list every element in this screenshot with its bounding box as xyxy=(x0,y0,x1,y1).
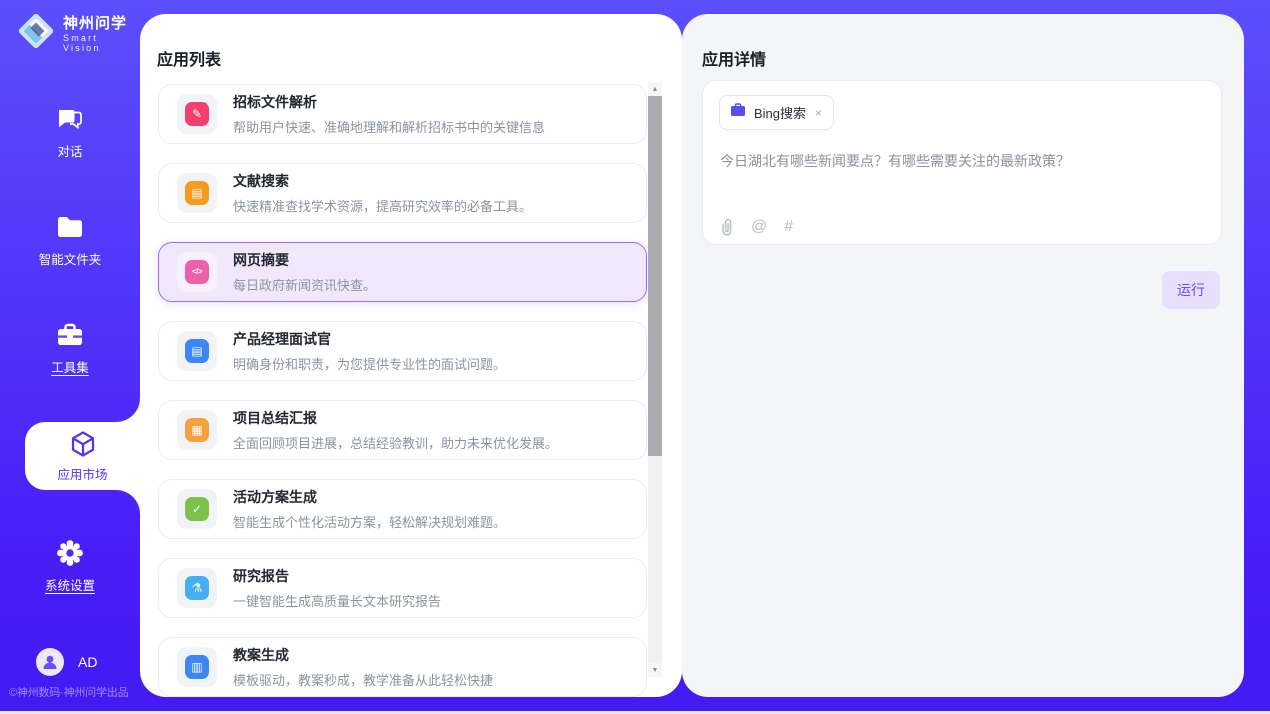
run-button[interactable]: 运行 xyxy=(1162,271,1220,309)
query-input[interactable]: 今日湖北有哪些新闻要点？有哪些需要关注的最新政策？ xyxy=(720,151,1200,171)
app-card-desc: 全面回顾项目进展，总结经验教训，助力未来优化发展。 xyxy=(233,433,558,452)
user-initials: AD xyxy=(78,654,97,670)
cube-icon xyxy=(68,429,98,459)
tag-close-icon[interactable]: × xyxy=(814,106,823,120)
app-card-web-summary[interactable]: </> 网页摘要 每日政府新闻资讯快查。 xyxy=(158,242,647,302)
app-list-title: 应用列表 xyxy=(157,46,221,70)
sidebar-item-label: 工具集 xyxy=(51,357,89,376)
books-icon: ▥ xyxy=(185,655,209,679)
prompt-card[interactable]: Bing搜索 × 今日湖北有哪些新闻要点？有哪些需要关注的最新政策？ @ # xyxy=(702,80,1222,245)
diamond-logo-icon xyxy=(16,11,56,56)
sidebar-item-system-settings[interactable]: 系统设置 xyxy=(0,538,140,594)
app-card-title: 文献搜索 xyxy=(233,171,532,191)
book-icon: ▤ xyxy=(185,181,209,205)
app-card-event-plan-generation[interactable]: ✓ 活动方案生成 智能生成个性化活动方案，轻松解决规划难题。 xyxy=(158,479,647,539)
app-card-title: 研究报告 xyxy=(233,566,441,586)
hash-icon[interactable]: # xyxy=(784,218,793,236)
app-icon-box: ▦ xyxy=(177,410,217,450)
app-icon-box: ⚗ xyxy=(177,568,217,608)
briefcase-tag-icon xyxy=(730,103,746,122)
app-card-title: 网页摘要 xyxy=(233,250,376,270)
logo-title: 神州问学 xyxy=(63,15,140,33)
sidebar-item-app-market[interactable]: 应用市场 xyxy=(25,422,140,490)
avatar xyxy=(36,648,64,676)
sidebar-item-toolset[interactable]: 工具集 xyxy=(0,320,140,376)
app-icon-box: ▤ xyxy=(177,173,217,213)
app-icon-box: ▥ xyxy=(177,647,217,687)
app-card-research-report[interactable]: ⚗ 研究报告 一键智能生成高质量长文本研究报告 xyxy=(158,558,647,618)
app-icon-box: ✎ xyxy=(177,94,217,134)
resume-icon: ▤ xyxy=(185,339,209,363)
clipboard-check-icon: ✓ xyxy=(185,497,209,521)
sidebar-item-label: 应用市场 xyxy=(57,464,107,483)
app-card-project-summary-report[interactable]: ▦ 项目总结汇报 全面回顾项目进展，总结经验教训，助力未来优化发展。 xyxy=(158,400,647,460)
pen-icon: ✎ xyxy=(185,102,209,126)
scrollbar[interactable]: ▲ ▼ xyxy=(648,82,662,677)
tool-tag-label: Bing搜索 xyxy=(754,103,806,122)
chat-icon xyxy=(55,104,85,134)
microscope-icon: ⚗ xyxy=(185,576,209,600)
app-card-bid-document-analysis[interactable]: ✎ 招标文件解析 帮助用户快速、准确地理解和解析招标书中的关键信息 xyxy=(158,84,647,144)
app-card-title: 教案生成 xyxy=(233,645,493,665)
app-icon-box: ▤ xyxy=(177,331,217,371)
app-list-panel: 应用列表 ✎ 招标文件解析 帮助用户快速、准确地理解和解析招标书中的关键信息 ▤… xyxy=(140,14,682,697)
app-card-list: ✎ 招标文件解析 帮助用户快速、准确地理解和解析招标书中的关键信息 ▤ 文献搜索… xyxy=(158,84,647,697)
sidebar: 神州问学 Smart Vision 对话 智能文件夹 工具集 应用市场 xyxy=(0,0,140,714)
app-card-title: 项目总结汇报 xyxy=(233,408,558,428)
app-icon-box: ✓ xyxy=(177,489,217,529)
scrollbar-thumb[interactable] xyxy=(648,96,662,456)
app-card-desc: 模板驱动，教案秒成，教学准备从此轻松快捷 xyxy=(233,670,493,689)
app-card-desc: 一键智能生成高质量长文本研究报告 xyxy=(233,591,441,610)
sidebar-item-chat[interactable]: 对话 xyxy=(0,104,140,160)
app-card-title: 产品经理面试官 xyxy=(233,329,506,349)
browser-icon: </> xyxy=(185,260,209,284)
prompt-toolbar: @ # xyxy=(719,217,793,236)
app-card-title: 招标文件解析 xyxy=(233,92,545,112)
tool-tag-bing-search[interactable]: Bing搜索 × xyxy=(719,95,834,130)
app-card-desc: 智能生成个性化活动方案，轻松解决规划难题。 xyxy=(233,512,506,531)
gear-icon xyxy=(55,538,85,568)
folder-icon xyxy=(55,212,85,242)
app-card-literature-search[interactable]: ▤ 文献搜索 快速精准查找学术资源，提高研究效率的必备工具。 xyxy=(158,163,647,223)
scrollbar-down-icon[interactable]: ▼ xyxy=(648,663,662,677)
app-card-desc: 明确身份和职责，为您提供专业性的面试问题。 xyxy=(233,354,506,373)
sidebar-item-label: 智能文件夹 xyxy=(39,249,102,268)
at-icon[interactable]: @ xyxy=(751,218,767,236)
app-card-title: 活动方案生成 xyxy=(233,487,506,507)
app-card-pm-interviewer[interactable]: ▤ 产品经理面试官 明确身份和职责，为您提供专业性的面试问题。 xyxy=(158,321,647,381)
app-card-lesson-plan-generation[interactable]: ▥ 教案生成 模板驱动，教案秒成，教学准备从此轻松快捷 xyxy=(158,637,647,697)
app-card-desc: 每日政府新闻资讯快查。 xyxy=(233,275,376,294)
scrollbar-up-icon[interactable]: ▲ xyxy=(648,82,662,96)
sidebar-item-label: 系统设置 xyxy=(45,575,95,594)
user-account[interactable]: AD xyxy=(36,648,97,676)
app-logo: 神州问学 Smart Vision xyxy=(16,11,140,56)
app-icon-box: </> xyxy=(177,252,217,292)
app-detail-title: 应用详情 xyxy=(702,46,766,70)
app-detail-panel: 应用详情 Bing搜索 × 今日湖北有哪些新闻要点？有哪些需要关注的最新政策？ … xyxy=(682,14,1244,697)
logo-subtitle: Smart Vision xyxy=(63,33,140,53)
sidebar-item-smart-folders[interactable]: 智能文件夹 xyxy=(0,212,140,268)
app-card-desc: 快速精准查找学术资源，提高研究效率的必备工具。 xyxy=(233,196,532,215)
briefcase-icon xyxy=(55,320,85,350)
bottom-accent-bar xyxy=(0,697,1270,711)
report-icon: ▦ xyxy=(185,418,209,442)
app-card-desc: 帮助用户快速、准确地理解和解析招标书中的关键信息 xyxy=(233,117,545,136)
paperclip-icon[interactable] xyxy=(719,217,734,236)
sidebar-item-label: 对话 xyxy=(57,141,82,160)
